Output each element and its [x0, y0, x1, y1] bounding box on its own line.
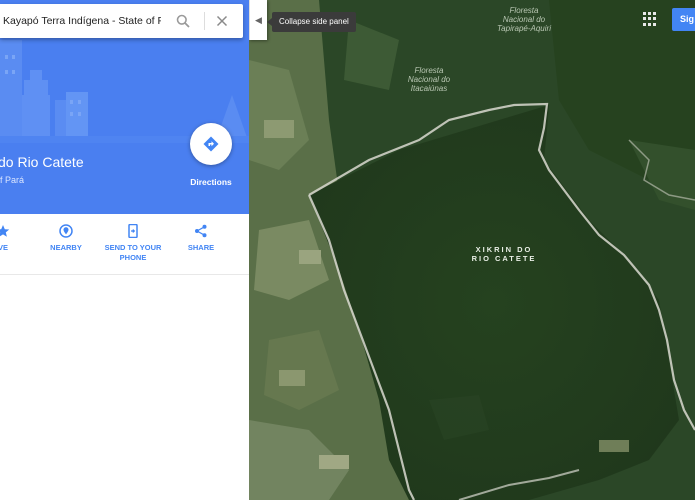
search-icon[interactable]: [176, 14, 190, 28]
close-icon[interactable]: [216, 15, 228, 27]
star-icon: [0, 225, 10, 237]
forest-label-line: Tapirapé-Aquiri: [497, 24, 551, 34]
search-box: [0, 4, 243, 38]
forest-label-line: Floresta: [414, 66, 444, 75]
side-panel: do Rio Catete f Pará Directions VE NEARB…: [0, 0, 249, 500]
directions-label[interactable]: Directions: [180, 177, 242, 187]
directions-button[interactable]: [190, 123, 232, 165]
nearby-icon: [59, 224, 73, 238]
directions-icon: [203, 136, 219, 152]
nearby-button[interactable]: NEARBY: [44, 224, 88, 253]
save-button[interactable]: VE: [0, 224, 14, 253]
sign-in-button[interactable]: Sig: [672, 8, 695, 31]
satellite-map[interactable]: Floresta Nacional do Tapirapé-Aquiri Flo…: [249, 0, 695, 500]
save-label: VE: [0, 243, 8, 252]
send-to-phone-label-line: SEND TO YOUR: [104, 243, 162, 252]
territory-label[interactable]: XIKRIN DO RIO CATETE: [454, 245, 554, 263]
apps-grid-icon[interactable]: [643, 12, 657, 26]
territory-label-line: RIO CATETE: [471, 253, 537, 263]
forest-label-line: Itacaiúnas: [410, 84, 448, 94]
share-icon: [195, 224, 207, 238]
forest-label-line: Floresta: [509, 6, 539, 15]
send-to-phone-button[interactable]: SEND TO YOUR PHONE: [100, 224, 166, 263]
nearby-label: NEARBY: [50, 243, 82, 252]
share-label: SHARE: [187, 243, 215, 252]
search-divider: [204, 12, 205, 30]
forest-label-line: Nacional do: [407, 75, 451, 85]
send-to-phone-label-line: PHONE: [119, 252, 147, 262]
search-input[interactable]: [3, 4, 161, 38]
forest-label-line: Nacional do: [502, 15, 546, 25]
collapse-panel-button[interactable]: ◀: [249, 0, 267, 40]
place-subtitle: f Pará: [0, 175, 25, 185]
place-actions-bar: VE NEARBY SEND TO YOUR PHONE SHARE: [0, 214, 249, 275]
collapse-panel-tooltip: Collapse side panel: [267, 12, 356, 32]
place-title: do Rio Catete: [0, 154, 84, 170]
forest-label-tapirape: Floresta Nacional do Tapirapé-Aquiri: [474, 6, 574, 34]
chevron-left-icon: ◀: [255, 14, 262, 25]
share-button[interactable]: SHARE: [180, 224, 222, 253]
forest-label-itacaiunas: Floresta Nacional do Itacaiúnas: [389, 66, 469, 94]
send-to-phone-icon: [128, 224, 138, 238]
